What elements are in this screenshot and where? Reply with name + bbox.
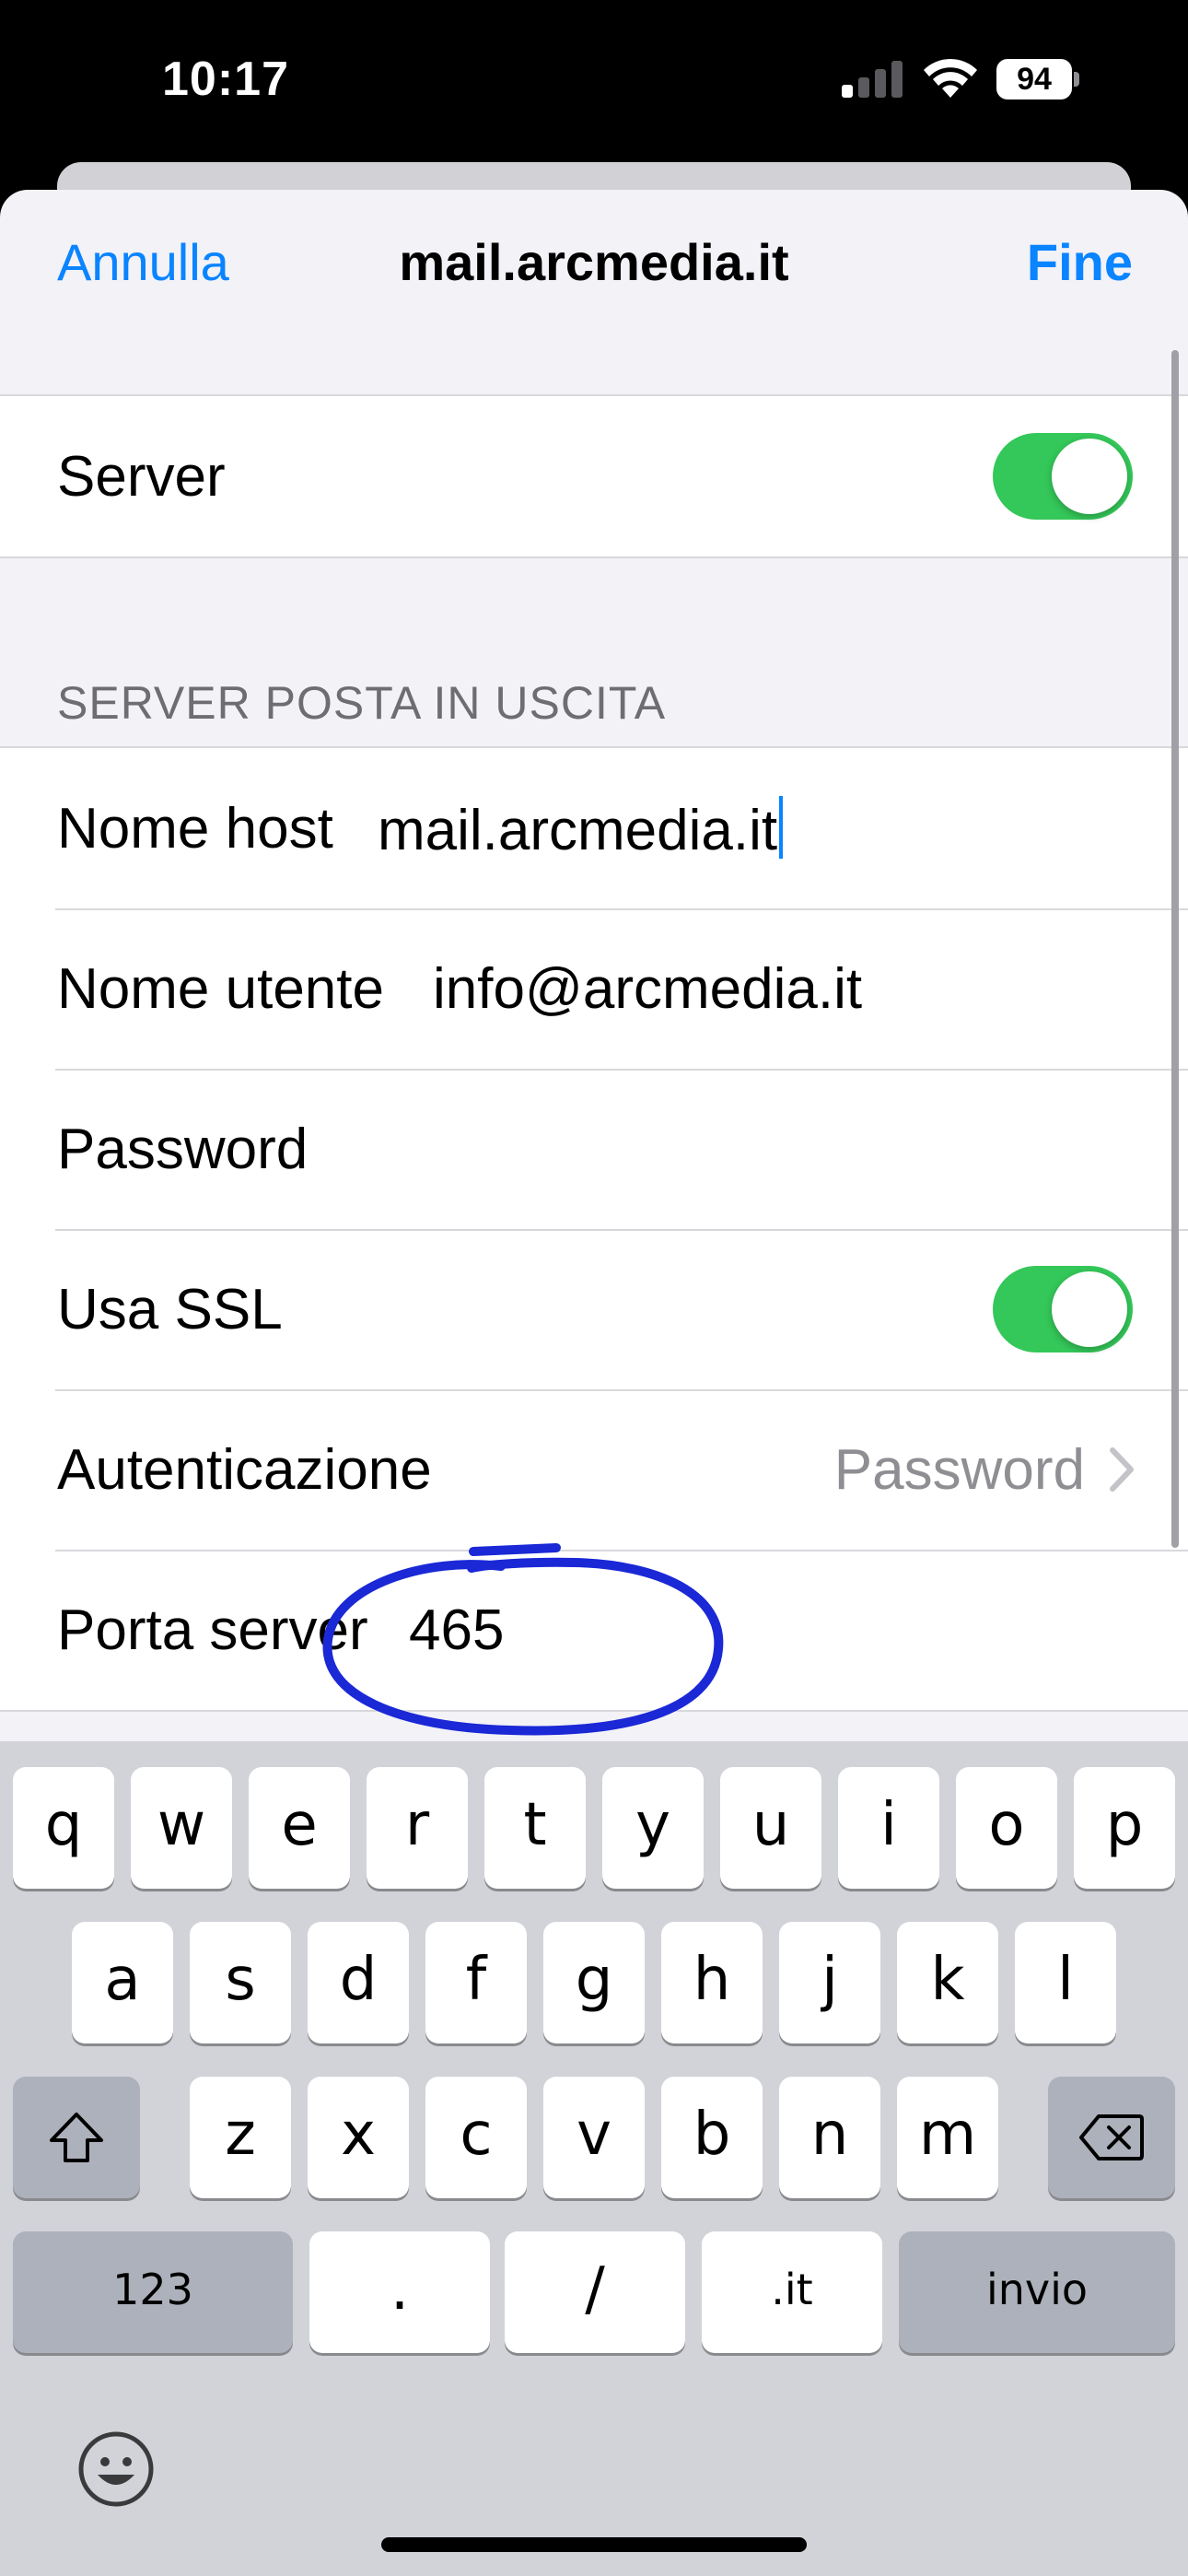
key-u[interactable]: u (720, 1767, 821, 1889)
username-field[interactable]: info@arcmedia.it (433, 956, 862, 1022)
slash-key[interactable]: / (505, 2231, 685, 2353)
wifi-icon (924, 58, 977, 98)
server-group: Server (0, 394, 1188, 558)
screen: 10:17 94 Annulla mail.arcmedia.it Fine S… (0, 0, 1188, 2576)
numbers-key[interactable]: 123 (13, 2231, 293, 2353)
handdrawn-circle-annotation (322, 1543, 724, 1736)
key-p[interactable]: p (1074, 1767, 1175, 1889)
password-row[interactable]: Password (0, 1069, 1188, 1229)
key-v[interactable]: v (543, 2077, 645, 2198)
delete-key[interactable] (1048, 2077, 1175, 2198)
key-k[interactable]: k (897, 1922, 998, 2043)
page-title: mail.arcmedia.it (399, 233, 789, 291)
key-w[interactable]: w (131, 1767, 232, 1889)
home-indicator[interactable] (381, 2537, 807, 2552)
key-a[interactable]: a (72, 1922, 173, 2043)
server-toggle[interactable] (993, 433, 1133, 520)
authentication-value: Password (833, 1438, 1085, 1502)
key-n[interactable]: n (779, 2077, 880, 2198)
domain-key[interactable]: .it (702, 2231, 882, 2353)
done-button[interactable]: Fine (1027, 232, 1133, 292)
keyboard: q w e r t y u i o p a s d f g h j k l z … (0, 1741, 1188, 2576)
key-e[interactable]: e (249, 1767, 350, 1889)
ssl-label: Usa SSL (57, 1278, 283, 1341)
status-time: 10:17 (162, 53, 289, 106)
section-header: SERVER POSTA IN USCITA (57, 677, 667, 729)
key-q[interactable]: q (13, 1767, 114, 1889)
cellular-signal-icon (842, 61, 903, 98)
key-c[interactable]: c (425, 2077, 527, 2198)
key-s[interactable]: s (190, 1922, 291, 2043)
status-bar: 10:17 94 (0, 0, 1188, 164)
key-x[interactable]: x (308, 2077, 409, 2198)
ssl-toggle[interactable] (993, 1266, 1133, 1352)
battery-icon: 94 (996, 59, 1079, 100)
authentication-label: Autenticazione (57, 1438, 432, 1502)
hostname-field[interactable]: mail.arcmedia.it (378, 796, 784, 863)
backspace-icon (1079, 2114, 1144, 2160)
account-settings-sheet: Annulla mail.arcmedia.it Fine Server SER… (0, 190, 1188, 1756)
key-y[interactable]: y (602, 1767, 704, 1889)
emoji-icon[interactable] (77, 2430, 155, 2508)
scroll-indicator (1171, 350, 1179, 1548)
key-d[interactable]: d (308, 1922, 409, 2043)
text-cursor (779, 796, 784, 859)
hostname-row[interactable]: Nome host mail.arcmedia.it (0, 748, 1188, 908)
key-b[interactable]: b (661, 2077, 763, 2198)
key-r[interactable]: r (367, 1767, 468, 1889)
username-label: Nome utente (57, 957, 384, 1021)
ssl-row: Usa SSL (0, 1229, 1188, 1389)
key-i[interactable]: i (838, 1767, 939, 1889)
chevron-right-icon (1110, 1447, 1134, 1492)
password-label: Password (57, 1118, 309, 1181)
key-j[interactable]: j (779, 1922, 880, 2043)
hostname-label: Nome host (57, 797, 333, 861)
period-key[interactable]: . (309, 2231, 490, 2353)
shift-icon (50, 2113, 103, 2162)
key-m[interactable]: m (897, 2077, 998, 2198)
nav-bar: Annulla mail.arcmedia.it Fine (0, 190, 1188, 346)
return-key[interactable]: invio (899, 2231, 1175, 2353)
key-z[interactable]: z (190, 2077, 291, 2198)
server-label: Server (57, 445, 226, 509)
key-o[interactable]: o (956, 1767, 1057, 1889)
authentication-row[interactable]: Autenticazione Password (0, 1389, 1188, 1550)
key-t[interactable]: t (484, 1767, 586, 1889)
toggle-knob (1052, 1271, 1127, 1347)
key-l[interactable]: l (1015, 1922, 1116, 2043)
toggle-knob (1052, 439, 1127, 514)
key-g[interactable]: g (543, 1922, 645, 2043)
server-row: Server (0, 396, 1188, 556)
battery-level: 94 (1017, 62, 1052, 97)
username-row[interactable]: Nome utente info@arcmedia.it (0, 908, 1188, 1069)
key-h[interactable]: h (661, 1922, 763, 2043)
key-f[interactable]: f (425, 1922, 527, 2043)
shift-key[interactable] (13, 2077, 140, 2198)
